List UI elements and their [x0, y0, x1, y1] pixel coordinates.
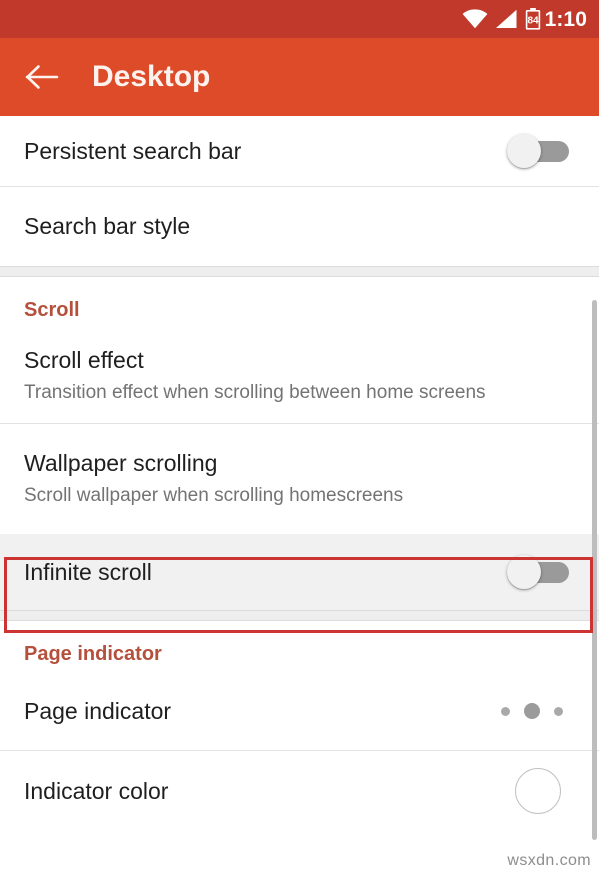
row-subtitle: Transition effect when scrolling between… — [24, 381, 486, 403]
status-icon-group: 84 — [462, 8, 541, 30]
setting-row-scroll-effect[interactable]: Scroll effect Transition effect when scr… — [0, 328, 599, 423]
app-bar: Desktop — [0, 38, 599, 116]
row-subtitle: Scroll wallpaper when scrolling homescre… — [24, 485, 404, 507]
wifi-icon — [462, 9, 488, 29]
row-title: Wallpaper scrolling — [24, 450, 218, 477]
section-separator — [0, 266, 599, 277]
setting-row-wallpaper-scrolling[interactable]: Wallpaper scrolling Scroll wallpaper whe… — [0, 424, 599, 534]
row-title: Search bar style — [24, 213, 191, 240]
toggle-persistent-search-bar[interactable] — [507, 134, 569, 168]
page-dot-3 — [554, 706, 563, 716]
cell-signal-icon — [495, 9, 518, 29]
battery-level-text: 84 — [527, 16, 539, 27]
row-text-block: Persistent search bar — [24, 137, 507, 166]
setting-row-search-bar-style[interactable]: Search bar style — [0, 187, 599, 266]
phone-screen: 84 1:10 Desktop Persistent search bar Se… — [0, 0, 599, 874]
row-text-block: Wallpaper scrolling Scroll wallpaper whe… — [24, 449, 575, 508]
page-indicator-dots-icon — [501, 703, 563, 719]
row-text-block: Page indicator — [24, 697, 501, 726]
row-text-block: Search bar style — [24, 212, 575, 241]
status-clock: 1:10 — [544, 7, 587, 31]
back-arrow-icon — [25, 65, 59, 89]
section-header-scroll: Scroll — [0, 277, 599, 328]
battery-icon: 84 — [525, 8, 541, 30]
toggle-infinite-scroll[interactable] — [507, 555, 569, 589]
setting-row-page-indicator[interactable]: Page indicator — [0, 672, 599, 750]
row-text-block: Infinite scroll — [24, 558, 507, 587]
section-header-page-indicator: Page indicator — [0, 621, 599, 672]
row-title: Persistent search bar — [24, 137, 242, 164]
page-title: Desktop — [92, 60, 211, 93]
row-text-block: Indicator color — [24, 777, 515, 806]
status-bar: 84 1:10 — [0, 0, 599, 38]
row-title: Scroll effect — [24, 346, 144, 373]
row-text-block: Scroll effect Transition effect when scr… — [24, 346, 575, 405]
row-title: Infinite scroll — [24, 558, 152, 585]
row-title: Page indicator — [24, 697, 172, 724]
setting-row-infinite-scroll[interactable]: Infinite scroll — [0, 534, 599, 610]
settings-list[interactable]: Persistent search bar Search bar style S… — [0, 116, 599, 874]
setting-row-indicator-color[interactable]: Indicator color — [0, 751, 599, 831]
color-swatch-circle-icon[interactable] — [515, 768, 561, 814]
setting-row-persistent-search-bar[interactable]: Persistent search bar — [0, 116, 599, 186]
toggle-thumb — [507, 555, 541, 589]
page-dot-1 — [501, 706, 510, 716]
page-dot-2-active — [524, 703, 540, 719]
back-button[interactable] — [14, 49, 70, 105]
toggle-thumb — [507, 134, 541, 168]
vertical-scrollbar[interactable] — [592, 300, 597, 840]
section-separator — [0, 610, 599, 621]
watermark: wsxdn.com — [507, 852, 591, 869]
row-title: Indicator color — [24, 777, 169, 804]
